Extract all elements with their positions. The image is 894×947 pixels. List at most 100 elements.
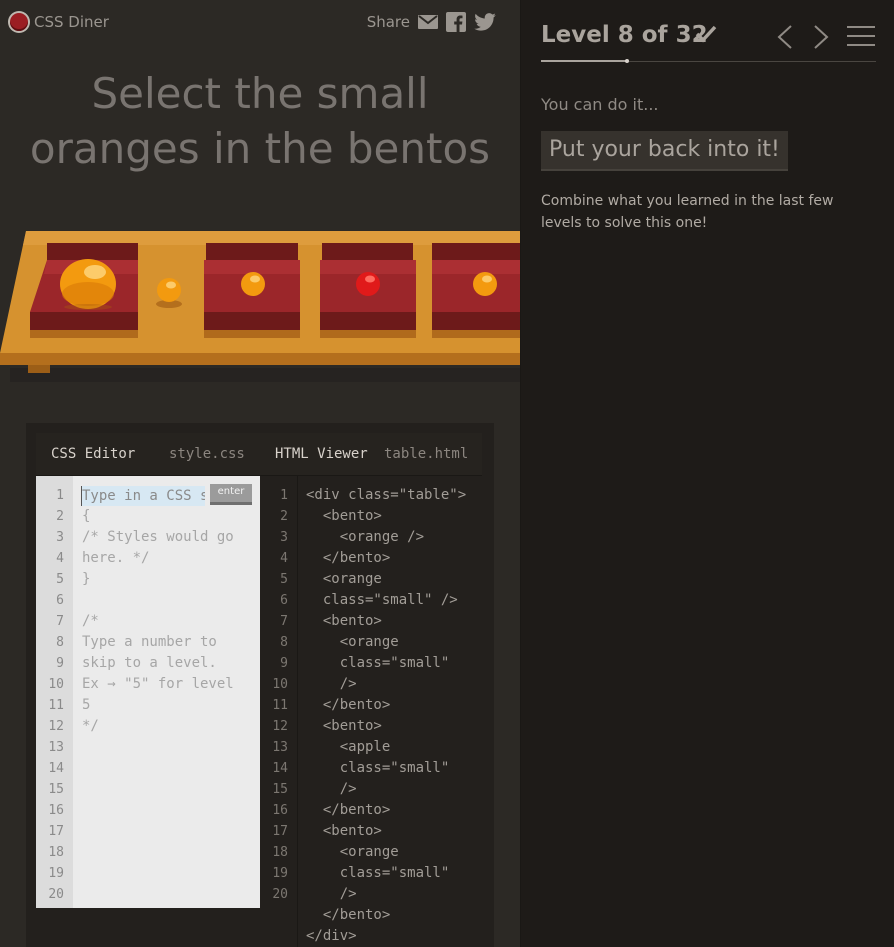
css-line-number: 13 [48,740,64,755]
html-code-line: /> [306,676,357,692]
html-viewer-pane: 1 2 3 4 5 6 7 8 9 10 11 12 13 14 15 16 17 18 19 20 <div cla… [260,476,483,947]
html-code-line: class="small" [306,865,450,881]
css-line-number: 15 [48,782,64,797]
dinner-table [0,228,520,388]
css-selector-input[interactable]: Type in a CSS selector [81,486,205,506]
menu-icon[interactable] [847,24,875,52]
html-code-line: <bento> [306,823,382,839]
css-code-line: 5 [82,697,91,713]
email-icon[interactable] [418,14,438,30]
facebook-icon[interactable] [446,12,466,32]
html-line-number: 18 [272,845,288,860]
html-viewer-title: HTML Viewer [275,446,368,462]
html-code-line: <div class="table"> [306,487,467,503]
html-line-number: 20 [272,887,288,902]
html-file-name: table.html [384,446,469,462]
next-level-button[interactable] [811,24,831,54]
css-code-line: Ex → "5" for level [82,676,234,692]
level-progress-handle [625,59,629,63]
instruction-line: oranges in the bentos [29,124,491,173]
html-code-line: class="small" /> [306,592,458,608]
css-line-number: 16 [48,803,64,818]
css-line-number: 14 [48,761,64,776]
html-line-number: 17 [272,824,288,839]
css-file-name: style.css [169,446,245,462]
html-line-number: 10 [272,677,288,692]
css-line-number: 18 [48,845,64,860]
html-code-line: <bento> [306,613,382,629]
css-line-number: 9 [56,656,64,671]
level-display-hint: Put your back into it! [541,131,788,171]
css-code-line: */ [82,718,99,734]
html-line-number: 2 [280,509,288,524]
html-line-number: 11 [272,698,288,713]
css-line-number: 2 [56,509,64,524]
game-panel: CSS Diner Share Select the small oranges… [0,0,520,947]
html-line-number: 5 [280,572,288,587]
css-line-number: 12 [48,719,64,734]
level-progress-fill [541,60,627,62]
css-code-line: skip to a level. [82,655,217,671]
html-code-line: class="small" [306,655,450,671]
previous-level-button[interactable] [775,24,795,54]
html-code-line: <apple [306,739,391,755]
css-line-number: 7 [56,614,64,629]
html-line-number: 1 [280,488,288,503]
css-code-line: } [82,571,91,587]
css-line-number: 6 [56,593,64,608]
orange-small-table[interactable] [156,278,182,308]
css-code-line: /* Styles would go [82,529,234,545]
html-line-number: 19 [272,866,288,881]
level-instruction: Select the small oranges in the bentos [0,66,520,176]
html-code-line: <orange [306,571,382,587]
html-code-line: /> [306,886,357,902]
html-code-line: </div> [306,928,357,944]
html-code-line: <orange [306,844,399,860]
html-line-number: 8 [280,635,288,650]
html-line-number: 9 [280,656,288,671]
logo-text: CSS Diner [34,13,109,31]
css-line-number: 10 [48,677,64,692]
html-code-line: </bento> [306,907,391,923]
apple-small[interactable] [356,272,380,296]
html-code-line: <orange /> [306,529,425,545]
css-line-number: 20 [48,887,64,902]
html-line-number: 3 [280,530,288,545]
editor-header: CSS Editor style.css HTML Viewer table.h… [36,433,482,476]
css-code-line: { [82,508,91,524]
share-label: Share [366,13,410,31]
logo-icon [10,13,28,31]
css-line-number: 1 [56,488,64,503]
html-code-line: </bento> [306,550,391,566]
logo[interactable]: CSS Diner [10,13,109,31]
html-code-line: <orange [306,634,399,650]
html-code-line: class="small" [306,760,450,776]
orange-small-bento-2[interactable] [241,272,265,296]
html-code-line: <bento> [306,508,382,524]
css-editor-pane: 1 2 3 4 5 6 7 8 9 10 11 12 13 14 15 16 17 18 19 20 Type in … [36,476,260,908]
twitter-icon[interactable] [474,13,496,31]
level-indicator[interactable]: Level 8 of 32 [541,22,708,48]
css-line-number: 8 [56,635,64,650]
css-line-number: 19 [48,866,64,881]
html-code-line: /> [306,781,357,797]
instruction-line: Select the small [91,69,429,118]
level-subheading: You can do it... [541,95,659,114]
orange-small-bento-4[interactable] [473,272,497,296]
css-code-line: Type a number to [82,634,217,650]
css-line-number: 4 [56,551,64,566]
share-bar: Share [367,12,496,32]
enter-button[interactable]: enter [210,484,252,505]
css-line-number: 11 [48,698,64,713]
css-code-line: here. */ [82,550,150,566]
html-code-line: </bento> [306,697,391,713]
html-line-number: 12 [272,719,288,734]
sidebar: Level 8 of 32 You can do it... Put your … [520,0,894,947]
html-line-number: 4 [280,551,288,566]
html-line-number: 16 [272,803,288,818]
html-code-line: </bento> [306,802,391,818]
css-editor-title: CSS Editor [51,446,136,462]
html-code-line: <bento> [306,718,382,734]
level-description: Combine what you learned in the last few… [541,193,834,231]
css-line-number: 3 [56,530,64,545]
